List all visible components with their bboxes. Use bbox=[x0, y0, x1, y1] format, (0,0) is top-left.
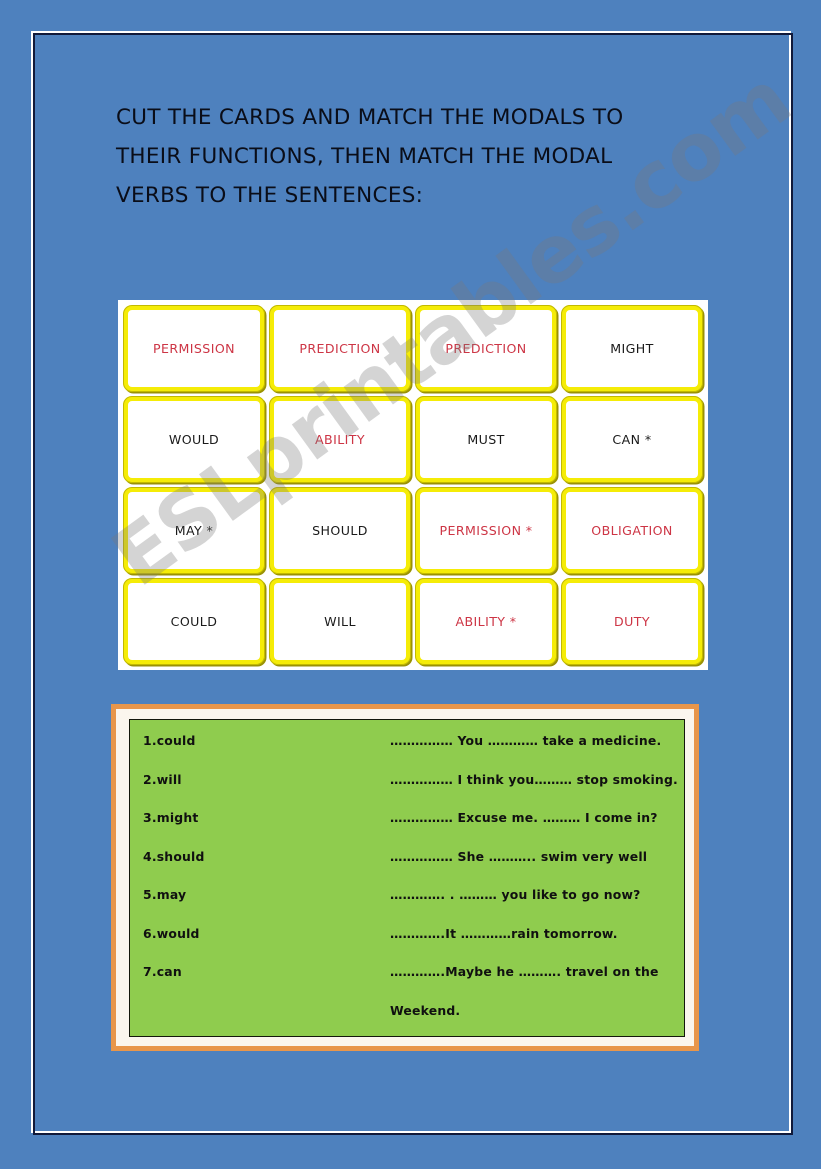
sentence-gap-text: …………… You ………… take a medicine. bbox=[390, 733, 662, 748]
modal-card-label: PREDICTION bbox=[445, 341, 527, 356]
modal-card-label: PERMISSION * bbox=[439, 523, 533, 538]
sentence-gap-text: ………….It …………rain tomorrow. bbox=[390, 925, 618, 941]
sentence-row: 2.will …………… I think you……… stop smoking. bbox=[130, 772, 684, 811]
modal-card[interactable]: CAN * bbox=[561, 396, 703, 483]
sentence-row: 6.would ………….It …………rain tomorrow. bbox=[130, 926, 684, 965]
modal-cards-grid: PERMISSION PREDICTION PREDICTION MIGHT WOULD… bbox=[118, 300, 708, 670]
sentence-gap-text: …………… I think you……… stop smoking. bbox=[390, 771, 678, 787]
modal-card[interactable]: SHOULD bbox=[269, 487, 411, 574]
modal-card-label: OBLIGATION bbox=[591, 523, 673, 538]
sentence-gap-text: Weekend. bbox=[390, 1002, 461, 1018]
modal-card-label: WOULD bbox=[168, 432, 220, 447]
modal-card[interactable]: WOULD bbox=[123, 396, 265, 483]
modal-card[interactable]: WILL bbox=[269, 578, 411, 665]
sentence-gap-text: …………… She ……….. swim very well bbox=[390, 848, 648, 864]
sentence-row: 3.might …………… Excuse me. ……… I come in? bbox=[130, 810, 684, 849]
modal-card[interactable]: PERMISSION bbox=[123, 305, 265, 392]
modal-card-label: MIGHT bbox=[610, 341, 654, 356]
sentence-row: 4.should …………… She ……….. swim very well bbox=[130, 849, 684, 888]
modal-card-label: MAY * bbox=[174, 523, 214, 538]
modal-card[interactable]: ABILITY * bbox=[415, 578, 557, 665]
sentence-panel-mat: 1.could …………… You ………… take a medicine. 2.… bbox=[116, 709, 694, 1046]
sentence-gap-text: …………… Excuse me. ……… I come in? bbox=[390, 810, 658, 825]
sentence-modal-word: 5.may bbox=[143, 887, 187, 902]
page-title-line-2: THEIR FUNCTIONS, THEN MATCH THE MODAL bbox=[116, 144, 613, 169]
modal-card-label: ABILITY bbox=[315, 432, 365, 447]
sentence-modal-word: 3.might bbox=[143, 810, 199, 825]
sentence-gap-text: …………. . ……… you like to go now? bbox=[390, 887, 641, 902]
modal-card-label: PREDICTION bbox=[299, 341, 381, 356]
sentence-gap-text: ………….Maybe he ………. travel on the bbox=[390, 964, 659, 979]
page-title-line-1: CUT THE CARDS AND MATCH THE MODALS TO bbox=[116, 105, 624, 130]
sentence-modal-word: 2.will bbox=[143, 771, 182, 787]
sentence-row: Weekend. bbox=[130, 1003, 684, 1042]
modal-card-label: WILL bbox=[324, 614, 356, 629]
modal-card-label: MUST bbox=[467, 432, 505, 447]
page-title: CUT THE CARDS AND MATCH THE MODALS TO TH… bbox=[116, 98, 736, 215]
modal-card[interactable]: OBLIGATION bbox=[561, 487, 703, 574]
modal-card-label: COULD bbox=[170, 614, 218, 629]
modal-card[interactable]: MIGHT bbox=[561, 305, 703, 392]
sentence-modal-word: 4.should bbox=[143, 848, 205, 864]
modal-card[interactable]: PERMISSION * bbox=[415, 487, 557, 574]
sentence-row: 1.could …………… You ………… take a medicine. bbox=[130, 733, 684, 772]
modal-card[interactable]: DUTY bbox=[561, 578, 703, 665]
modal-card[interactable]: COULD bbox=[123, 578, 265, 665]
sentence-modal-word: 6.would bbox=[143, 925, 200, 941]
sentence-panel: 1.could …………… You ………… take a medicine. 2.… bbox=[111, 704, 699, 1051]
sentence-row: 5.may …………. . ……… you like to go now? bbox=[130, 887, 684, 926]
modal-card[interactable]: PREDICTION bbox=[269, 305, 411, 392]
modal-card[interactable]: ABILITY bbox=[269, 396, 411, 483]
modal-card[interactable]: MAY * bbox=[123, 487, 265, 574]
sentence-modal-word: 1.could bbox=[143, 733, 196, 748]
modal-card[interactable]: PREDICTION bbox=[415, 305, 557, 392]
modal-card[interactable]: MUST bbox=[415, 396, 557, 483]
sentence-list: 1.could …………… You ………… take a medicine. 2.… bbox=[129, 719, 685, 1037]
modal-card-label: CAN * bbox=[612, 432, 652, 447]
page-title-line-3: VERBS TO THE SENTENCES: bbox=[116, 183, 424, 208]
sentence-row: 7.can ………….Maybe he ………. travel on the bbox=[130, 964, 684, 1003]
modal-card-label: ABILITY * bbox=[455, 614, 517, 629]
modal-card-label: DUTY bbox=[614, 614, 650, 629]
sentence-modal-word: 7.can bbox=[143, 964, 182, 979]
modal-card-label: PERMISSION bbox=[153, 341, 235, 356]
modal-card-label: SHOULD bbox=[312, 523, 368, 538]
